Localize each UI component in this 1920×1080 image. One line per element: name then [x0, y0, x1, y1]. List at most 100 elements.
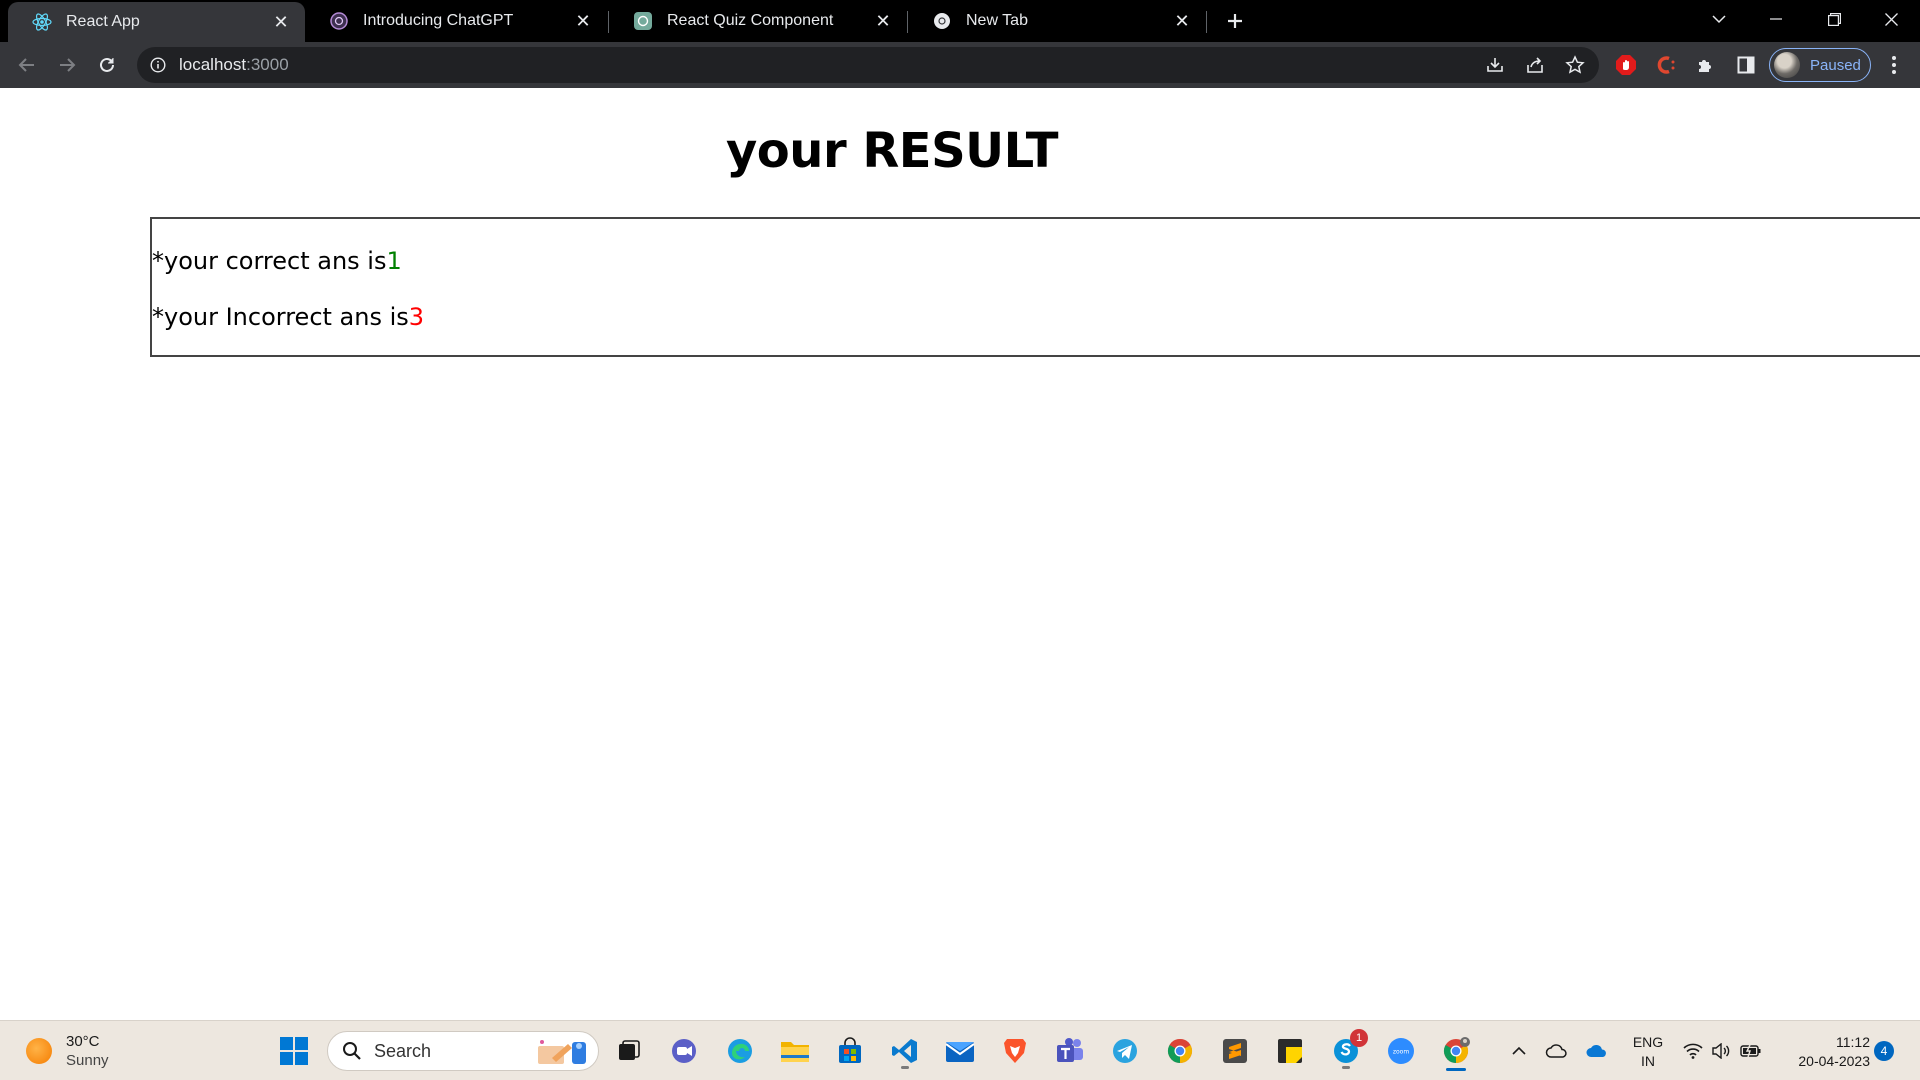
new-tab-button[interactable]: [1219, 5, 1251, 37]
wifi-tray[interactable]: [1680, 1035, 1706, 1067]
taskbar-chat-app[interactable]: [664, 1031, 704, 1071]
cloud-icon: [1545, 1044, 1567, 1058]
tab-react-app[interactable]: React App ✕: [8, 2, 305, 42]
browser-toolbar: localhost:3000 Paused: [0, 42, 1920, 88]
taskbar-sublime-text[interactable]: [1215, 1031, 1255, 1071]
minimize-button[interactable]: [1747, 0, 1805, 38]
adblock-extension-icon[interactable]: [1610, 49, 1642, 81]
tab-title: New Tab: [966, 12, 1028, 29]
chevron-down-icon: [1712, 15, 1726, 24]
tab-title: Introducing ChatGPT: [363, 12, 514, 29]
side-panel-button[interactable]: [1730, 49, 1762, 81]
install-app-button[interactable]: [1477, 47, 1513, 83]
star-icon: [1565, 55, 1585, 74]
browser-menu-button[interactable]: [1880, 49, 1908, 81]
wifi-icon: [1683, 1043, 1703, 1059]
volume-tray[interactable]: [1708, 1035, 1734, 1067]
close-icon: [1884, 12, 1898, 26]
search-label: Search: [374, 1040, 432, 1061]
onedrive-tray[interactable]: [1582, 1035, 1612, 1067]
svg-text:zoom: zoom: [1393, 1049, 1409, 1056]
weather-widget[interactable]: 30°C Sunny: [26, 1029, 109, 1073]
task-view-button[interactable]: [609, 1031, 649, 1071]
taskbar-mail[interactable]: [940, 1031, 980, 1071]
video-chat-icon: [672, 1039, 696, 1063]
sun-icon: [26, 1038, 52, 1064]
url-host: localhost: [179, 55, 247, 74]
edge-icon: [728, 1039, 752, 1063]
puzzle-icon: [1699, 60, 1711, 72]
close-icon[interactable]: ✕: [269, 10, 293, 34]
taskbar-vscode[interactable]: [885, 1031, 925, 1071]
restore-button[interactable]: [1805, 0, 1863, 38]
taskbar-skype[interactable]: 1: [1326, 1029, 1368, 1071]
taskbar-brave[interactable]: [995, 1031, 1035, 1071]
taskbar-zoom[interactable]: zoom: [1381, 1031, 1421, 1071]
language-primary: ENG: [1632, 1034, 1664, 1050]
restore-icon: [1827, 12, 1841, 26]
forward-button[interactable]: [51, 49, 83, 81]
reload-button[interactable]: [91, 49, 123, 81]
taskbar-microsoft-store[interactable]: [830, 1031, 870, 1071]
taskbar-edge[interactable]: [720, 1031, 760, 1071]
tab-introducing-chatgpt[interactable]: Introducing ChatGPT ✕: [305, 0, 607, 42]
tab-react-quiz-component[interactable]: React Quiz Component ✕: [609, 0, 907, 42]
page-title: your RESULT: [726, 123, 1059, 179]
extensions-button[interactable]: [1690, 49, 1722, 81]
correct-answers-line: *your correct ans is1: [152, 247, 402, 275]
browser-tab-strip: React App ✕ Introducing ChatGPT ✕ React …: [0, 0, 1920, 42]
weather-temp: 30°C: [66, 1033, 100, 1050]
search-icon: [342, 1041, 362, 1061]
side-panel-icon: [1737, 56, 1755, 74]
weather-condition: Sunny: [66, 1052, 109, 1069]
bookmark-button[interactable]: [1557, 47, 1593, 83]
notification-count-badge[interactable]: 4: [1874, 1041, 1894, 1061]
folder-icon: [781, 1042, 809, 1062]
correct-answers-label: *your correct ans is: [152, 247, 387, 275]
address-bar[interactable]: localhost:3000: [137, 47, 1599, 83]
onedrive-personal-tray[interactable]: [1542, 1035, 1572, 1067]
windows-taskbar: 30°C Sunny Search 1 zoom ENG IN 11:12 20…: [0, 1020, 1920, 1080]
chrome-icon: [932, 11, 952, 31]
battery-tray[interactable]: [1737, 1035, 1765, 1067]
battery-charging-icon: [1740, 1044, 1761, 1058]
taskbar-chrome[interactable]: [1160, 1031, 1200, 1071]
tab-new-tab[interactable]: New Tab ✕: [908, 0, 1206, 42]
reload-icon: [100, 57, 114, 72]
taskbar-sticky-notes[interactable]: [1270, 1031, 1310, 1071]
close-window-button[interactable]: [1862, 0, 1920, 38]
show-hidden-icons-button[interactable]: [1505, 1035, 1533, 1067]
close-icon[interactable]: ✕: [571, 9, 595, 33]
language-secondary: IN: [1641, 1053, 1655, 1069]
profile-button[interactable]: Paused: [1769, 48, 1871, 82]
tab-search-button[interactable]: [1690, 0, 1748, 38]
windows-icon: [280, 1037, 308, 1065]
share-button[interactable]: [1517, 47, 1553, 83]
c-extension-icon[interactable]: [1650, 49, 1682, 81]
correct-answers-value: 1: [386, 247, 402, 275]
taskbar-telegram[interactable]: [1105, 1031, 1145, 1071]
close-icon[interactable]: ✕: [1170, 9, 1194, 33]
minimize-icon: [1770, 18, 1782, 20]
incorrect-answers-value: 3: [408, 303, 425, 331]
close-icon[interactable]: ✕: [871, 9, 895, 33]
share-icon: [1527, 57, 1543, 73]
arrow-left-icon: [18, 58, 34, 72]
clock-date: 20-04-2023: [1798, 1053, 1870, 1069]
avatar: [1774, 52, 1800, 78]
incorrect-answers-line: *your Incorrect ans is3: [152, 303, 424, 331]
chrome-icon: [1167, 1038, 1193, 1063]
profile-status: Paused: [1810, 56, 1861, 74]
back-button[interactable]: [11, 49, 43, 81]
tab-title: React Quiz Component: [667, 12, 834, 29]
taskbar-chrome-active[interactable]: [1436, 1031, 1476, 1071]
system-clock[interactable]: 11:12 20-04-2023: [1770, 1033, 1870, 1071]
start-button[interactable]: [274, 1031, 314, 1071]
mail-icon: [945, 1042, 975, 1062]
brave-icon: [1004, 1039, 1026, 1063]
site-info-icon[interactable]: [149, 56, 167, 74]
taskbar-file-explorer[interactable]: [775, 1031, 815, 1071]
language-indicator[interactable]: ENG IN: [1628, 1033, 1668, 1071]
taskbar-teams[interactable]: [1050, 1031, 1090, 1071]
taskbar-search[interactable]: Search: [327, 1031, 599, 1071]
